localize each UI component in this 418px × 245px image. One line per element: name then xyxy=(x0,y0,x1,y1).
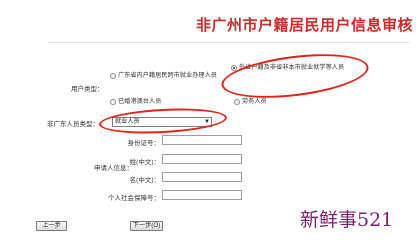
select-value: 就业人员 xyxy=(115,118,140,125)
user-type-option-guangdong[interactable]: 广东省内户籍居民跨市就业办理人员 xyxy=(110,72,234,80)
non-local-type-select[interactable]: 就业人员 ▼ xyxy=(112,117,212,127)
radio-icon[interactable] xyxy=(110,73,116,79)
given-name-label: 名(中文)： xyxy=(129,177,160,184)
id-number-field[interactable] xyxy=(162,135,242,145)
social-security-field[interactable] xyxy=(162,190,242,200)
title-divider xyxy=(48,42,410,43)
highlight-circle-user-type xyxy=(219,47,371,105)
user-type-option-labor[interactable]: 劳务人员 xyxy=(234,98,267,106)
social-security-label: 个人社会保障号： xyxy=(108,195,160,202)
user-type-option-label: 广东省内户籍居民跨市就业办理人员 xyxy=(118,72,217,79)
surname-field[interactable] xyxy=(162,154,242,164)
given-name-field[interactable] xyxy=(162,172,242,182)
user-type-option-hk-macau-taiwan[interactable]: 已婚港澳台人员 xyxy=(110,98,161,106)
page-title: 非广州市户籍居民用户信息审核 xyxy=(196,17,414,34)
radio-icon[interactable] xyxy=(110,99,116,105)
user-type-label: 用户类型： xyxy=(71,86,104,93)
surname-label: 姓(中文)： xyxy=(129,159,160,166)
radio-icon[interactable] xyxy=(234,99,240,105)
user-type-option-label: 已婚港澳台人员 xyxy=(118,98,162,105)
prev-button[interactable]: 上一步 xyxy=(36,221,67,231)
id-number-label: 身份证号： xyxy=(127,140,161,147)
radio-checked-icon[interactable] xyxy=(231,65,237,71)
chevron-down-icon[interactable]: ▼ xyxy=(203,118,211,126)
user-info-review-page: 非广州市户籍居民用户信息审核 用户类型： 广东省内户籍居民跨市就业办理人员 外省… xyxy=(0,0,418,245)
user-type-option-label: 外省户籍及非省非本市就业就学等人员 xyxy=(239,64,345,71)
user-type-option-label: 劳务人员 xyxy=(242,98,267,105)
next-button[interactable]: 下一步(O) xyxy=(130,221,163,231)
non-local-type-label: 非广东人员类型： xyxy=(47,121,99,128)
watermark-logo: 新鲜事521 xyxy=(300,209,394,231)
user-type-option-other-province[interactable]: 外省户籍及非省非本市就业就学等人员 xyxy=(231,64,357,72)
